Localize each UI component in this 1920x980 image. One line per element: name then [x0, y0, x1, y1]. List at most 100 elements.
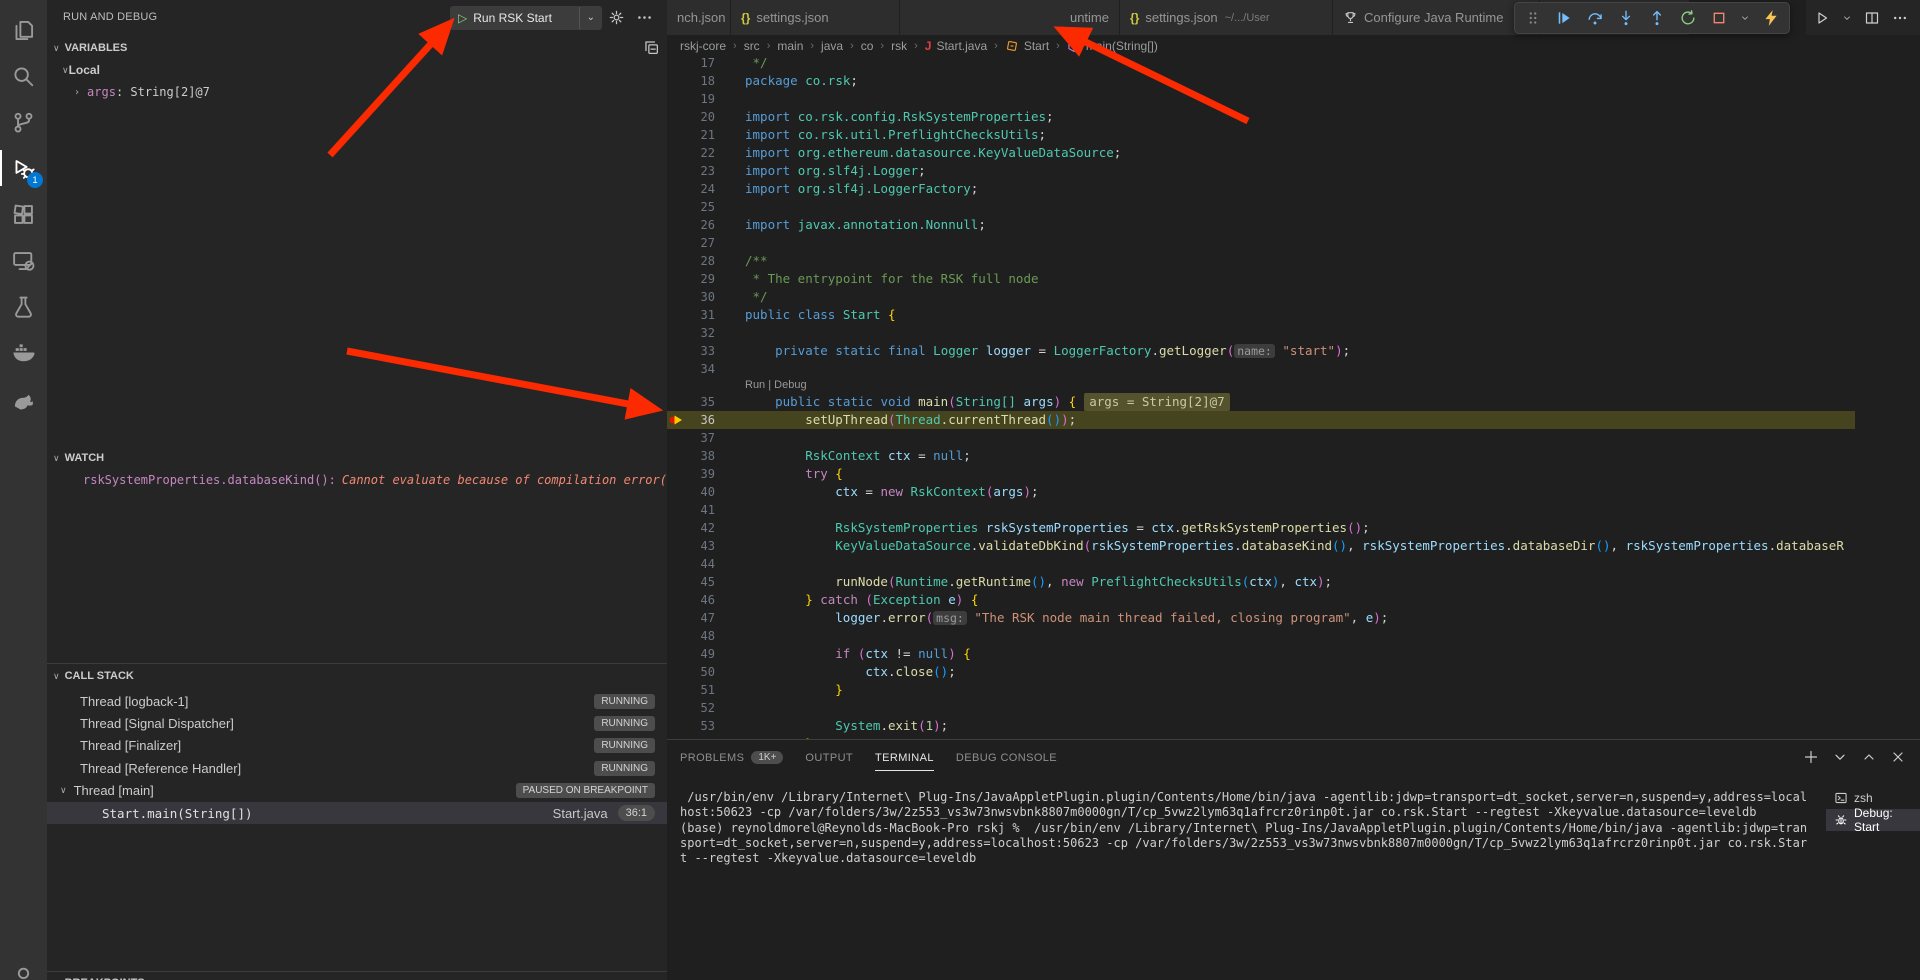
- breadcrumb-item-java[interactable]: java: [821, 39, 843, 53]
- line-number[interactable]: 52: [687, 699, 715, 717]
- code-line-36[interactable]: 36setUpThread(Thread.currentThread());: [667, 411, 1855, 429]
- line-number[interactable]: 51: [687, 681, 715, 699]
- code-line-47[interactable]: 47logger.error(msg: "The RSK node main t…: [667, 609, 1855, 627]
- code-line-34[interactable]: 34: [667, 360, 1855, 378]
- breadcrumb[interactable]: rskj-core›src›main›java›co›rsk›JStart.ja…: [667, 35, 1855, 57]
- line-number[interactable]: 34: [687, 360, 715, 378]
- breadcrumb-item-rskj-core[interactable]: rskj-core: [680, 39, 726, 53]
- code-line-37[interactable]: 37: [667, 429, 1855, 447]
- line-number[interactable]: 32: [687, 324, 715, 342]
- split-editor-icon[interactable]: [1864, 10, 1880, 26]
- tab-settings-json[interactable]: {}settings.json: [731, 0, 900, 35]
- line-number[interactable]: 27: [687, 234, 715, 252]
- line-number[interactable]: 47: [687, 609, 715, 627]
- tab-untime[interactable]: untime: [900, 0, 1120, 35]
- line-number[interactable]: 21: [687, 126, 715, 144]
- line-number[interactable]: 25: [687, 198, 715, 216]
- current-breakpoint-icon[interactable]: [669, 413, 685, 427]
- tab-configure-java-runtime[interactable]: Configure Java Runtime: [1333, 0, 1540, 35]
- line-number[interactable]: 50: [687, 663, 715, 681]
- code-line-50[interactable]: 50ctx.close();: [667, 663, 1855, 681]
- variables-section-header[interactable]: ∨ VARIABLES: [47, 37, 667, 59]
- code-line-51[interactable]: 51}: [667, 681, 1855, 699]
- line-number[interactable]: 43: [687, 537, 715, 555]
- code-line-53[interactable]: 53System.exit(1);: [667, 717, 1855, 735]
- terminal-output[interactable]: /usr/bin/env /Library/Internet\ Plug-Ins…: [680, 790, 1815, 866]
- line-number[interactable]: 49: [687, 645, 715, 663]
- panel-tab-terminal[interactable]: TERMINAL: [875, 740, 934, 775]
- code-line-27[interactable]: 27: [667, 234, 1855, 252]
- step-out-button[interactable]: [1647, 8, 1667, 28]
- code-line-46[interactable]: 46} catch (Exception e) {: [667, 591, 1855, 609]
- code-line-35[interactable]: 35public static void main(String[] args)…: [667, 393, 1855, 411]
- line-number[interactable]: 41: [687, 501, 715, 519]
- breadcrumb-item-main[interactable]: main: [777, 39, 803, 53]
- code-line-41[interactable]: 41: [667, 501, 1855, 519]
- code-line-40[interactable]: 40ctx = new RskContext(args);: [667, 483, 1855, 501]
- code-editor[interactable]: 17 */18package co.rsk;1920import co.rsk.…: [667, 35, 1855, 739]
- line-number[interactable]: 28: [687, 252, 715, 270]
- code-line-29[interactable]: 29 * The entrypoint for the RSK full nod…: [667, 270, 1855, 288]
- line-number[interactable]: 53: [687, 717, 715, 735]
- breadcrumb-item-start-java[interactable]: JStart.java: [925, 39, 987, 53]
- activity-bar-item-testing[interactable]: [0, 284, 47, 328]
- code-line-24[interactable]: 24import org.slf4j.LoggerFactory;: [667, 180, 1855, 198]
- code-line-38[interactable]: 38RskContext ctx = null;: [667, 447, 1855, 465]
- line-number[interactable]: 23: [687, 162, 715, 180]
- close-panel-icon[interactable]: [1890, 749, 1906, 765]
- stop-dropdown-chevron[interactable]: [1740, 8, 1750, 28]
- breadcrumb-item-main-string-[interactable]: main(String[]): [1067, 39, 1158, 53]
- line-number[interactable]: 18: [687, 72, 715, 90]
- variables-scope-local[interactable]: ∨ Local: [47, 59, 667, 81]
- panel-tab-output[interactable]: OUTPUT: [805, 740, 853, 775]
- breadcrumb-item-rsk[interactable]: rsk: [891, 39, 907, 53]
- code-line-28[interactable]: 28/**: [667, 252, 1855, 270]
- hot-code-replace-button[interactable]: [1761, 8, 1781, 28]
- restart-button[interactable]: [1678, 8, 1698, 28]
- codelens-run-debug[interactable]: Run | Debug: [745, 378, 807, 393]
- code-line-45[interactable]: 45runNode(Runtime.getRuntime(), new Pref…: [667, 573, 1855, 591]
- terminal-list-item-debug-start[interactable]: Debug: Start: [1826, 809, 1920, 831]
- call-stack-thread-row[interactable]: Thread [Finalizer]RUNNING: [47, 735, 667, 757]
- chevron-down-icon[interactable]: ⌄: [579, 7, 595, 29]
- call-stack-thread-row[interactable]: Thread [logback-1]RUNNING: [47, 690, 667, 712]
- call-stack-section-header[interactable]: ∨ CALL STACK: [47, 665, 667, 687]
- more-actions-icon[interactable]: [1892, 10, 1908, 26]
- new-terminal-icon[interactable]: [1803, 749, 1819, 765]
- code-line-48[interactable]: 48: [667, 627, 1855, 645]
- line-number[interactable]: 20: [687, 108, 715, 126]
- line-number[interactable]: 38: [687, 447, 715, 465]
- activity-bar-item-remote[interactable]: [0, 238, 47, 282]
- variable-args-row[interactable]: › args : String[2]@7: [47, 81, 667, 103]
- line-number[interactable]: 48: [687, 627, 715, 645]
- code-line-25[interactable]: 25: [667, 198, 1855, 216]
- code-line-19[interactable]: 19: [667, 90, 1855, 108]
- call-stack-thread-row[interactable]: Thread [Signal Dispatcher]RUNNING: [47, 712, 667, 734]
- activity-bar-item-search[interactable]: [0, 54, 47, 98]
- breadcrumb-item-co[interactable]: co: [861, 39, 874, 53]
- watch-expression-row[interactable]: rskSystemProperties.databaseKind(): Cann…: [47, 469, 667, 491]
- code-line-39[interactable]: 39try {: [667, 465, 1855, 483]
- code-line-30[interactable]: 30 */: [667, 288, 1855, 306]
- call-stack-thread-row[interactable]: ∨Thread [main]PAUSED ON BREAKPOINT: [47, 780, 667, 802]
- line-number[interactable]: 37: [687, 429, 715, 447]
- code-line-20[interactable]: 20import co.rsk.config.RskSystemProperti…: [667, 108, 1855, 126]
- line-number[interactable]: 31: [687, 306, 715, 324]
- stop-button[interactable]: [1709, 8, 1729, 28]
- tab-nch-json[interactable]: nch.json: [667, 0, 731, 35]
- code-line-22[interactable]: 22import org.ethereum.datasource.KeyValu…: [667, 144, 1855, 162]
- line-number[interactable]: 30: [687, 288, 715, 306]
- call-stack-thread-row[interactable]: Thread [Reference Handler]RUNNING: [47, 757, 667, 779]
- watch-section-header[interactable]: ∨ WATCH: [47, 447, 667, 469]
- code-line-21[interactable]: 21import co.rsk.util.PreflightChecksUtil…: [667, 126, 1855, 144]
- code-line-42[interactable]: 42RskSystemProperties rskSystemPropertie…: [667, 519, 1855, 537]
- code-line-43[interactable]: 43KeyValueDataSource.validateDbKind(rskS…: [667, 537, 1855, 555]
- debug-settings-gear-icon[interactable]: [608, 9, 626, 27]
- activity-bar-item-gradle[interactable]: [0, 376, 47, 420]
- collapse-all-icon[interactable]: [643, 39, 661, 57]
- code-line-32[interactable]: 32: [667, 324, 1855, 342]
- line-number[interactable]: 29: [687, 270, 715, 288]
- breadcrumb-item-src[interactable]: src: [744, 39, 760, 53]
- code-line-26[interactable]: 26import javax.annotation.Nonnull;: [667, 216, 1855, 234]
- line-number[interactable]: 26: [687, 216, 715, 234]
